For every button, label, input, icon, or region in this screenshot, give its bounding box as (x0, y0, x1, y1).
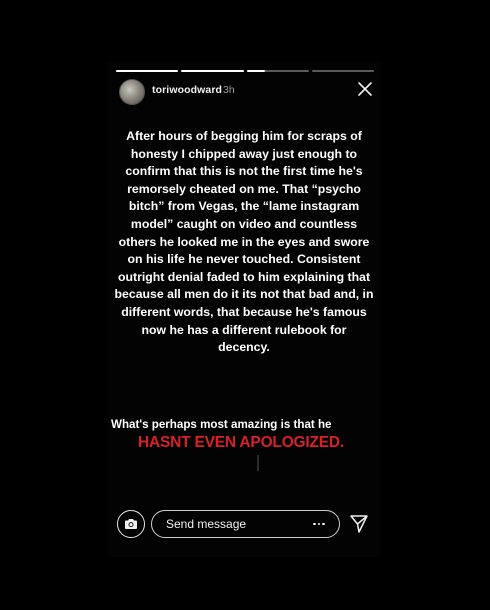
close-button[interactable] (357, 81, 373, 97)
story-progress-bar (116, 70, 374, 72)
progress-segment-3 (246, 70, 309, 72)
story-paragraph: After hours of begging him for scraps of… (114, 129, 374, 355)
send-button[interactable] (349, 514, 369, 534)
message-placeholder: Send message (166, 517, 247, 531)
progress-segment-4 (311, 70, 374, 72)
camera-button[interactable] (117, 510, 145, 538)
close-icon (358, 82, 372, 96)
progress-segment-2 (181, 70, 244, 72)
post-timestamp: 3h (223, 84, 235, 96)
background-mark (257, 455, 259, 471)
story-headline: HASNT EVEN APOLOGIZED. (138, 434, 345, 451)
camera-icon (125, 519, 137, 529)
send-icon (350, 515, 368, 533)
avatar[interactable] (119, 79, 145, 105)
username[interactable]: toriwoodward (152, 84, 222, 96)
send-message-input[interactable]: Send message (151, 510, 340, 538)
story-second-line: What's perhaps most amazing is that he (111, 418, 332, 431)
progress-segment-1 (116, 70, 179, 72)
more-options-icon[interactable] (313, 522, 325, 526)
